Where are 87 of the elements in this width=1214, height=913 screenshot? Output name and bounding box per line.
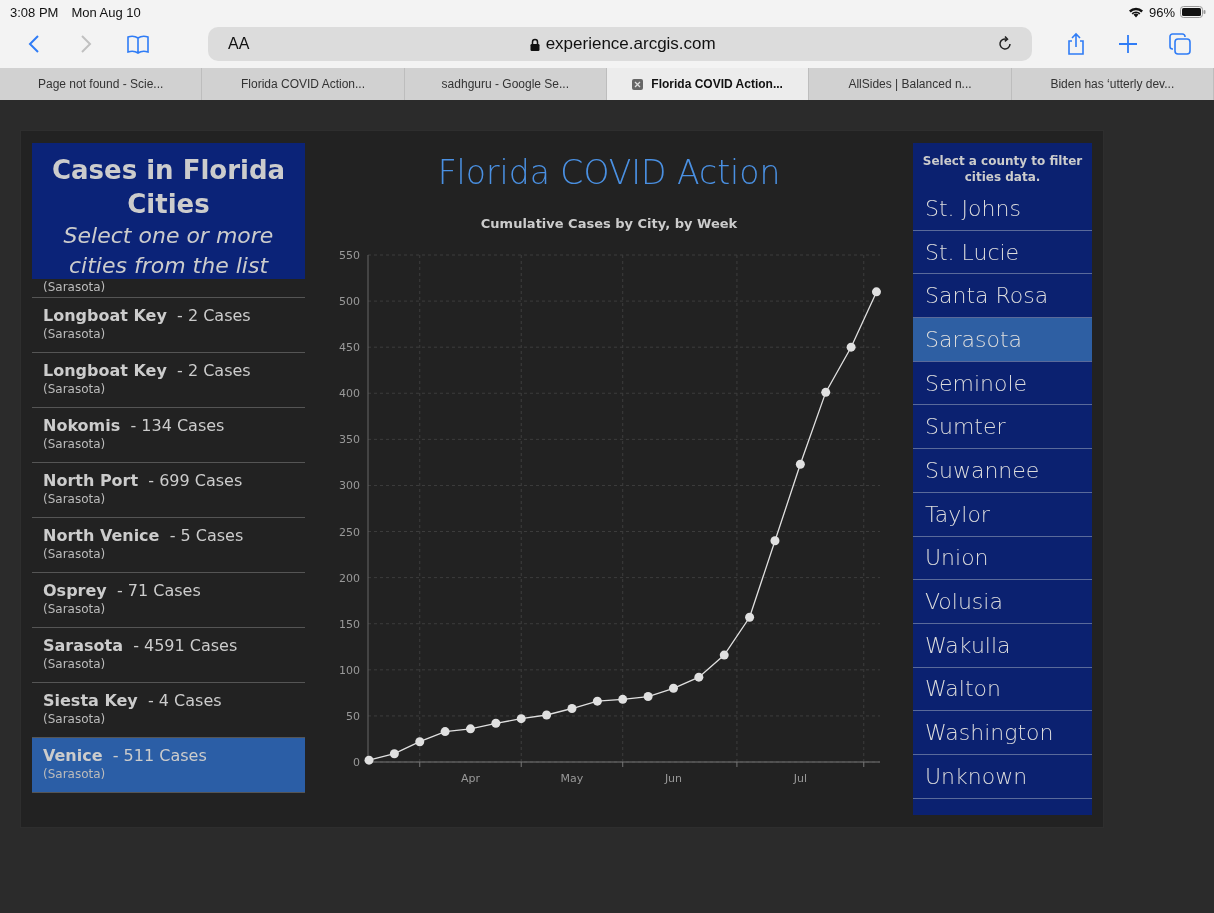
plus-icon bbox=[1118, 34, 1138, 54]
data-point bbox=[491, 718, 501, 728]
data-point bbox=[592, 696, 602, 706]
data-point bbox=[795, 459, 805, 469]
y-axis-label: 100 bbox=[339, 663, 360, 677]
data-point bbox=[567, 704, 577, 714]
county-list-item[interactable]: Volusia bbox=[913, 580, 1092, 624]
data-point bbox=[846, 342, 856, 352]
county-instruction: Select a county to filter cities data. bbox=[921, 153, 1084, 186]
city-list-item[interactable]: Longboat Key - 2 Cases (Sarasota) bbox=[32, 353, 305, 408]
data-point bbox=[745, 612, 755, 622]
data-point bbox=[694, 672, 704, 682]
y-axis-label: 250 bbox=[339, 525, 360, 539]
city-list-item[interactable]: Sarasota - 4591 Cases (Sarasota) bbox=[32, 628, 305, 683]
data-point bbox=[542, 710, 552, 720]
county-list-item[interactable]: Suwannee bbox=[913, 449, 1092, 493]
y-axis-label: 150 bbox=[339, 617, 360, 631]
browser-tab[interactable]: Florida COVID Action... bbox=[202, 68, 405, 100]
county-list-item[interactable]: Union bbox=[913, 536, 1092, 581]
browser-tab[interactable]: AllSides | Balanced n... bbox=[809, 68, 1012, 100]
county-list-item[interactable]: St. Johns bbox=[913, 187, 1092, 231]
data-point bbox=[719, 650, 729, 660]
data-point bbox=[871, 287, 881, 297]
data-point bbox=[643, 692, 653, 702]
cities-instruction: Select one or more cities from the list bbox=[62, 222, 275, 280]
battery-level: 96% bbox=[1148, 4, 1175, 20]
chart-title: Cumulative Cases by City, by Week bbox=[480, 216, 738, 231]
data-point bbox=[389, 749, 399, 759]
text-size-button[interactable]: AA bbox=[228, 35, 250, 53]
browser-tab[interactable]: sadhguru - Google Se... bbox=[404, 68, 607, 100]
city-list-item[interactable]: Osprey - 71 Cases (Sarasota) bbox=[32, 573, 305, 628]
city-county: (Sarasota) bbox=[43, 280, 106, 294]
county-list-item[interactable]: Walton bbox=[913, 667, 1092, 712]
county-list-item[interactable]: Wakulla bbox=[913, 623, 1092, 668]
x-axis-label: May bbox=[560, 772, 584, 785]
share-icon bbox=[1066, 32, 1086, 56]
dashboard-title: Florida COVID Action bbox=[437, 153, 781, 192]
county-list-item[interactable]: Sarasota bbox=[913, 318, 1092, 362]
x-axis-label: Apr bbox=[461, 772, 480, 785]
chevron-right-icon bbox=[80, 34, 92, 54]
browser-tab[interactable]: Florida COVID Action... bbox=[607, 68, 810, 100]
city-list-item[interactable]: Nokomis - 134 Cases (Sarasota) bbox=[32, 408, 305, 463]
reload-icon[interactable] bbox=[996, 35, 1014, 53]
browser-tab[interactable]: Page not found - Scie... bbox=[0, 68, 203, 100]
county-list-item[interactable]: St. Lucie bbox=[913, 230, 1092, 275]
county-list-item[interactable]: Sumter bbox=[913, 405, 1092, 450]
data-point bbox=[364, 755, 374, 765]
data-point bbox=[618, 694, 628, 704]
wifi-icon bbox=[1127, 6, 1144, 18]
y-axis-label: 550 bbox=[339, 249, 360, 262]
chevron-left-icon bbox=[28, 34, 40, 54]
book-icon bbox=[126, 34, 150, 54]
close-icon[interactable] bbox=[632, 78, 644, 90]
y-axis-label: 0 bbox=[353, 756, 360, 769]
county-list-item[interactable]: Washington bbox=[913, 711, 1092, 755]
y-axis-label: 450 bbox=[339, 341, 360, 355]
data-point bbox=[821, 387, 831, 397]
lock-icon bbox=[529, 37, 540, 51]
browser-tab[interactable]: Biden has ‘utterly dev... bbox=[1011, 68, 1214, 100]
data-point bbox=[466, 724, 475, 734]
city-list-item[interactable]: Venice - 511 Cases (Sarasota) bbox=[32, 738, 305, 793]
county-list-item[interactable]: Unknown bbox=[913, 754, 1092, 799]
county-list-item[interactable]: Seminole bbox=[913, 361, 1092, 406]
battery-icon bbox=[1180, 6, 1206, 18]
city-list-item[interactable]: North Venice - 5 Cases (Sarasota) bbox=[32, 518, 305, 573]
data-point bbox=[770, 536, 780, 546]
y-axis-label: 50 bbox=[346, 709, 360, 723]
y-axis-label: 200 bbox=[339, 571, 360, 585]
y-axis-label: 500 bbox=[339, 295, 360, 309]
address-bar[interactable]: AA experience.arcgis.com bbox=[208, 27, 1032, 61]
x-axis-label: Jul bbox=[793, 772, 807, 785]
data-point bbox=[516, 714, 526, 724]
county-list-item[interactable]: Taylor bbox=[913, 492, 1092, 537]
data-point bbox=[440, 727, 450, 737]
data-point bbox=[415, 737, 425, 747]
x-axis-label: Jun bbox=[664, 772, 683, 785]
y-axis-label: 350 bbox=[339, 433, 360, 447]
data-point bbox=[669, 683, 678, 693]
y-axis-label: 400 bbox=[339, 387, 360, 401]
tabs-icon bbox=[1169, 33, 1191, 55]
y-axis-label: 300 bbox=[339, 479, 360, 493]
city-list-item[interactable]: Longboat Key - 2 Cases (Sarasota) bbox=[32, 298, 305, 353]
cities-title: Cases in Florida Cities bbox=[50, 154, 287, 221]
city-list-item[interactable]: North Port - 699 Cases (Sarasota) bbox=[32, 463, 305, 518]
status-date: Mon Aug 10 bbox=[71, 4, 141, 20]
url-text: experience.arcgis.com bbox=[545, 34, 716, 54]
status-time: 3:08 PM bbox=[10, 4, 59, 20]
